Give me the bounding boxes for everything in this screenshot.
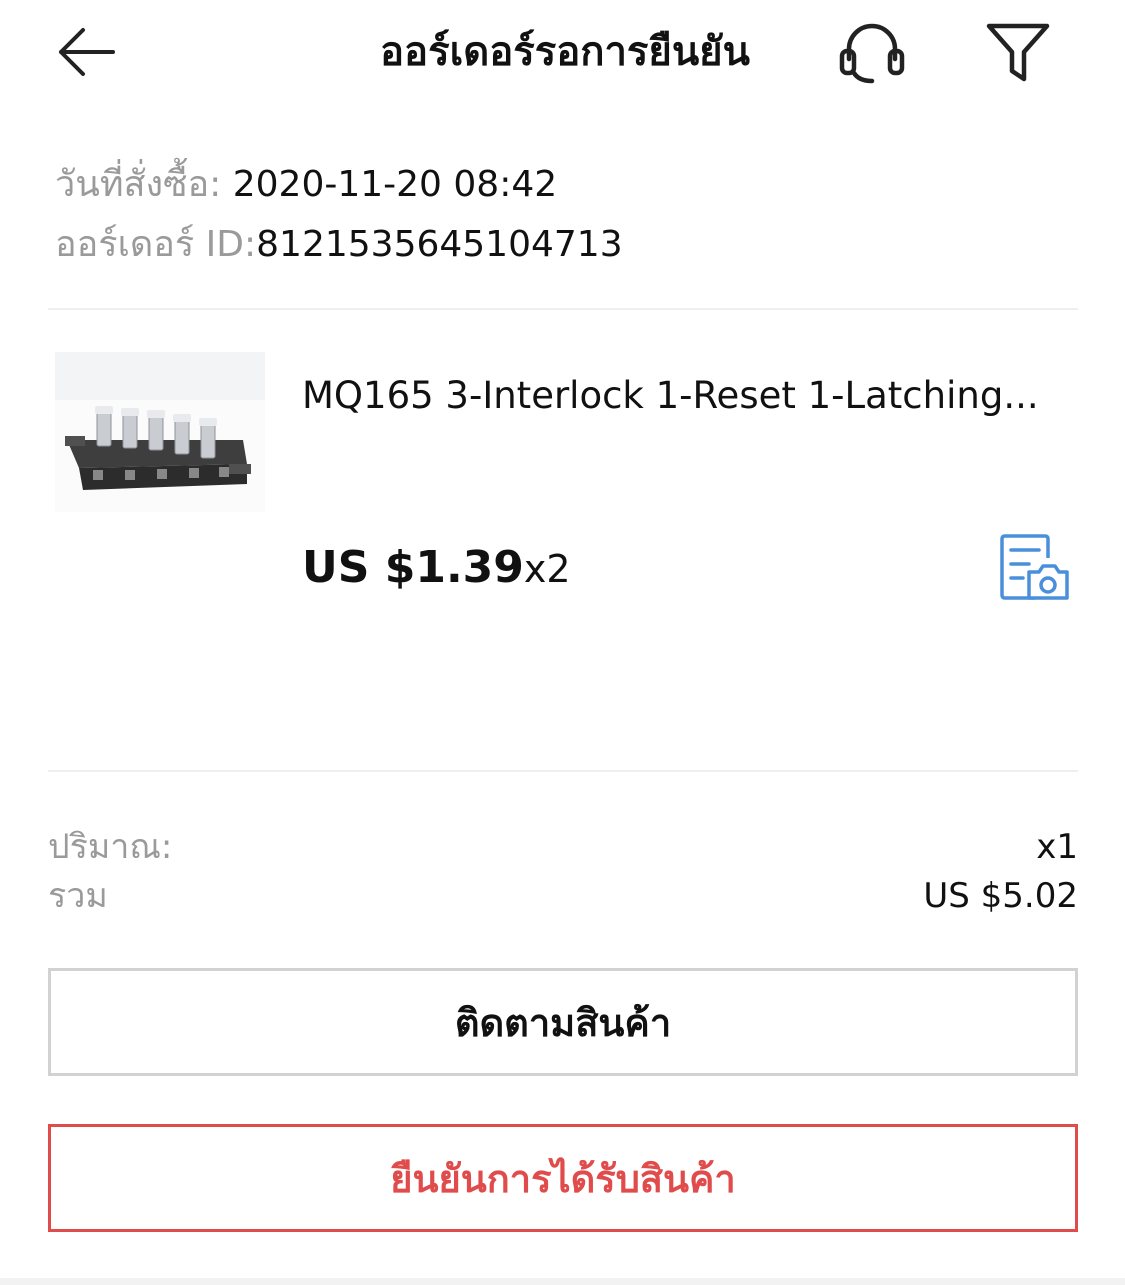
filter-button[interactable] <box>978 12 1058 92</box>
product-title[interactable]: MQ165 3-Interlock 1-Reset 1-Latching... <box>302 368 1072 424</box>
filter-icon <box>986 23 1050 82</box>
product-image <box>55 352 265 512</box>
track-order-button[interactable]: ติดตามสินค้า <box>48 968 1078 1076</box>
order-date-row: วันที่สั่งซื้อ: 2020-11-20 08:42 <box>55 155 1055 215</box>
support-button[interactable] <box>830 14 914 90</box>
summary-total-value: US $5.02 <box>923 876 1078 916</box>
order-id-label: ออร์เดอร์ ID: <box>55 224 257 265</box>
summary-total-label: รวม <box>48 876 108 916</box>
summary-quantity-value: x1 <box>1036 827 1078 867</box>
order-id-row: ออร์เดอร์ ID:8121535645104713 <box>55 215 1055 275</box>
order-date-label: วันที่สั่งซื้อ: <box>55 164 233 205</box>
document-camera-icon <box>1000 534 1069 600</box>
photo-review-button[interactable] <box>996 530 1074 606</box>
back-button[interactable] <box>50 16 122 88</box>
product-price: US $1.39 <box>302 542 524 593</box>
divider <box>48 308 1078 310</box>
summary-quantity-row: ปริมาณ: x1 <box>48 822 1078 872</box>
header-bar: ออร์เดอร์รอการยืนยัน <box>0 0 1125 110</box>
summary-quantity-label: ปริมาณ: <box>48 827 173 867</box>
bottom-strip <box>0 1278 1125 1285</box>
product-quantity: x2 <box>523 547 571 591</box>
order-meta: วันที่สั่งซื้อ: 2020-11-20 08:42 ออร์เดอ… <box>55 155 1055 275</box>
page-title: ออร์เดอร์รอการยืนยัน <box>380 29 750 75</box>
confirm-receipt-button[interactable]: ยืนยันการได้รับสินค้า <box>48 1124 1078 1232</box>
arrow-left-icon <box>59 28 115 76</box>
headset-icon <box>839 23 905 84</box>
order-id-value: 8121535645104713 <box>256 224 623 265</box>
price-row: US $1.39x2 <box>302 536 571 609</box>
order-date-value: 2020-11-20 08:42 <box>232 164 558 205</box>
product-thumbnail[interactable] <box>55 352 265 512</box>
summary-total-row: รวม US $5.02 <box>48 871 1078 921</box>
divider <box>48 770 1078 772</box>
